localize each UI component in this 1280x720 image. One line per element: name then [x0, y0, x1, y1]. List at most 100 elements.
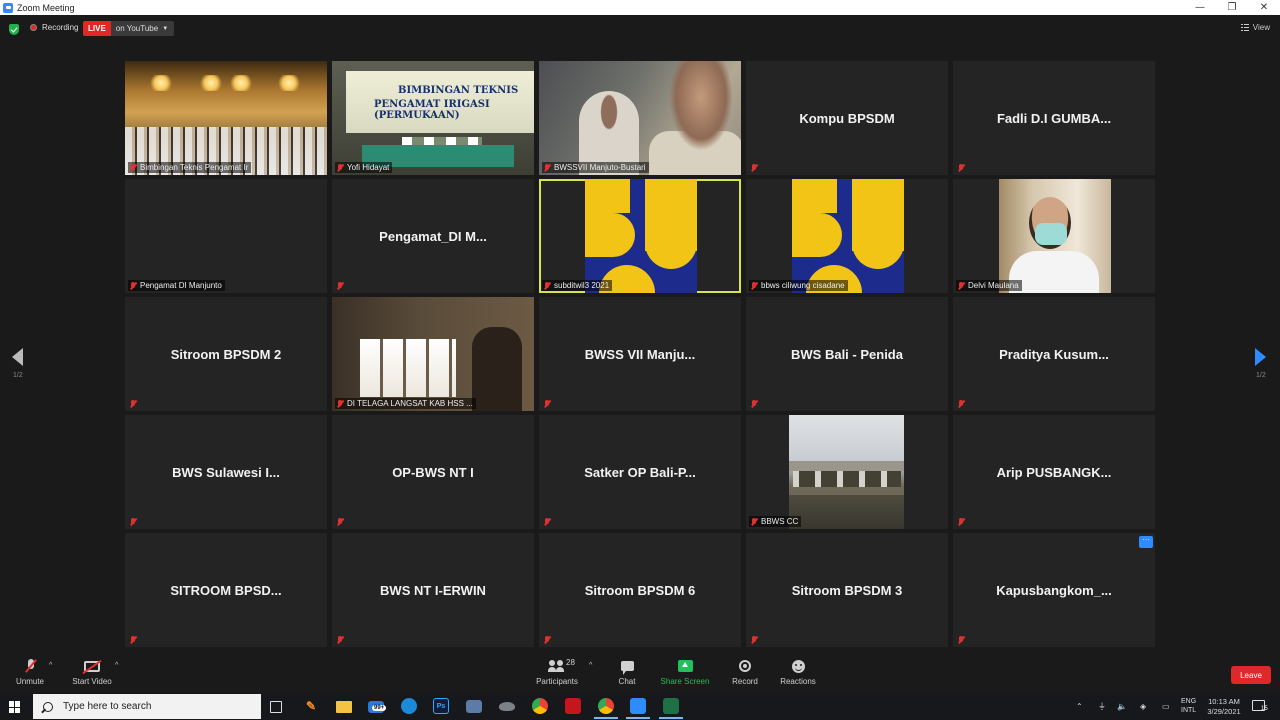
live-stream-indicator[interactable]: LIVE on YouTube ▼	[83, 21, 175, 36]
participant-tile[interactable]: Pengamat DI Manjunto	[125, 179, 327, 293]
audio-options-caret-icon[interactable]: ^	[49, 662, 52, 669]
participant-tile[interactable]: Kompu BPSDM	[746, 61, 948, 175]
participant-tile[interactable]: Satker OP Bali-P...	[539, 415, 741, 529]
cloud-app-icon[interactable]	[499, 702, 515, 711]
participant-tile[interactable]: BWS Sulawesi I...	[125, 415, 327, 529]
participant-tile[interactable]: Sitroom BPSDM 2	[125, 297, 327, 411]
participant-tile[interactable]: SITROOM BPSD...	[125, 533, 327, 647]
system-clock[interactable]: 10:13 AM 3/29/2021	[1204, 697, 1244, 717]
minimize-button[interactable]: —	[1184, 0, 1216, 15]
share-screen-icon	[677, 660, 693, 672]
photoshop-icon[interactable]: Ps	[433, 698, 449, 714]
input-language-indicator[interactable]: ENG INTL	[1181, 697, 1196, 715]
taskbar-search[interactable]	[33, 694, 261, 719]
chandelier-light	[277, 75, 301, 91]
recording-indicator[interactable]: Recording	[30, 23, 78, 32]
face-mask	[1035, 223, 1067, 245]
muted-microphone-icon	[26, 659, 35, 673]
muted-mic-icon	[337, 518, 343, 526]
video-options-caret-icon[interactable]: ^	[115, 662, 118, 669]
conference-hall-video	[125, 61, 327, 175]
participant-tile[interactable]: subditwil3 2021	[539, 179, 741, 293]
clock-date: 3/29/2021	[1207, 707, 1241, 716]
usb-device-icon[interactable]: ⏚	[1098, 693, 1106, 720]
keyboard-layout: INTL	[1181, 707, 1197, 714]
participant-label: BWSSVII Manjuto-Bustari	[542, 162, 649, 173]
participant-name: Arip PUSBANGK...	[996, 465, 1112, 480]
participant-tile[interactable]: DI TELAGA LANGSAT KAB HSS ...	[332, 297, 534, 411]
participant-tile[interactable]: BWS NT I-ERWIN	[332, 533, 534, 647]
muted-mic-icon	[544, 400, 550, 408]
participants-button[interactable]: 28 Participants	[534, 656, 580, 686]
next-page-button[interactable]: 1/2	[1255, 348, 1269, 379]
taskbar-search-input[interactable]	[63, 701, 253, 712]
participant-tile[interactable]: Pengamat_DI M...	[332, 179, 534, 293]
muted-mic-icon	[751, 164, 757, 172]
pen-app-icon[interactable]: ✎	[303, 698, 319, 714]
logo-shape	[645, 179, 697, 269]
participant-tile[interactable]: Sitroom BPSDM 3	[746, 533, 948, 647]
file-explorer-icon[interactable]	[336, 701, 352, 713]
participant-tile[interactable]: bbws ciliwung cisadane	[746, 179, 948, 293]
chandelier-light	[229, 75, 253, 91]
bridge-river-video	[789, 415, 904, 529]
chat-button[interactable]: Chat	[612, 656, 642, 686]
chrome-window-icon[interactable]	[594, 698, 618, 719]
security-shield-icon[interactable]	[9, 24, 19, 35]
unmute-button[interactable]: Unmute	[12, 656, 48, 686]
view-grid-icon	[1240, 24, 1249, 31]
close-button[interactable]: ✕	[1248, 0, 1280, 15]
record-button[interactable]: Record	[729, 656, 761, 686]
monitor-app-icon[interactable]	[466, 700, 482, 713]
show-hidden-icons[interactable]: ⌃	[1076, 693, 1083, 720]
participant-tile[interactable]: BIMBINGAN TEKNIS PENGAMAT IRIGASI (PERMUK…	[332, 61, 534, 175]
participant-tile[interactable]: Bimbingan Teknis Pengamat Ir	[125, 61, 327, 175]
share-screen-button[interactable]: Share Screen	[660, 656, 710, 686]
reactions-button[interactable]: Reactions	[778, 656, 818, 686]
muted-mic-icon	[544, 636, 550, 644]
participant-tile[interactable]: Praditya Kusum...	[953, 297, 1155, 411]
participant-label-text: Bimbingan Teknis Pengamat Ir	[140, 163, 249, 172]
participant-label: DI TELAGA LANGSAT KAB HSS ...	[335, 398, 476, 409]
participant-tile[interactable]: Arip PUSBANGK...	[953, 415, 1155, 529]
network-icon[interactable]: ▭	[1162, 693, 1170, 720]
stream-target-label: on YouTube	[115, 24, 159, 33]
participant-name: Kompu BPSDM	[799, 111, 895, 126]
stream-target-dropdown[interactable]: on YouTube ▼	[110, 21, 175, 36]
participant-name: Kapusbangkom_...	[996, 583, 1112, 598]
start-video-button[interactable]: Start Video	[70, 656, 114, 686]
restore-button[interactable]: ❐	[1216, 0, 1248, 15]
participants-options-caret-icon[interactable]: ^	[589, 662, 592, 669]
participant-tile[interactable]: Sitroom BPSDM 6	[539, 533, 741, 647]
dropbox-icon[interactable]: ◈	[1140, 693, 1146, 720]
participant-tile[interactable]: Delvi Maulana	[953, 179, 1155, 293]
chrome-browser-icon[interactable]	[532, 698, 548, 714]
previous-page-button[interactable]: 1/2	[12, 348, 26, 379]
excel-icon[interactable]	[659, 698, 683, 719]
participant-tile[interactable]: BBWS CC	[746, 415, 948, 529]
edge-browser-icon[interactable]	[401, 698, 417, 714]
participant-tile[interactable]: BWS Bali - Penida	[746, 297, 948, 411]
volume-icon[interactable]: 🔈	[1117, 693, 1127, 720]
more-options-button[interactable]: ···	[1139, 536, 1153, 548]
task-view-icon[interactable]	[270, 701, 282, 713]
participant-tile[interactable]: OP-BWS NT I	[332, 415, 534, 529]
acrobat-reader-icon[interactable]	[565, 698, 581, 714]
view-button[interactable]: View	[1240, 23, 1270, 32]
participant-tile[interactable]: Fadli D.I GUMBA...	[953, 61, 1155, 175]
participant-tile[interactable]: Kapusbangkom_... ···	[953, 533, 1155, 647]
chandelier-light	[199, 75, 223, 91]
participant-tile[interactable]: BWSS VII Manju...	[539, 297, 741, 411]
participant-tile[interactable]: BWSSVII Manjuto-Bustari	[539, 61, 741, 175]
participant-name: Fadli D.I GUMBA...	[996, 111, 1112, 126]
smiley-reaction-icon	[791, 659, 805, 673]
muted-mic-icon	[130, 400, 136, 408]
muted-mic-icon	[751, 281, 757, 290]
muted-mic-icon	[130, 281, 136, 290]
leave-button[interactable]: Leave	[1231, 666, 1271, 684]
zoom-taskbar-icon[interactable]	[626, 698, 650, 719]
windows-start-icon[interactable]	[9, 701, 21, 713]
participants-label: Participants	[536, 677, 578, 686]
participant-label: BBWS CC	[749, 516, 802, 527]
participant-label: Bimbingan Teknis Pengamat Ir	[128, 162, 252, 173]
